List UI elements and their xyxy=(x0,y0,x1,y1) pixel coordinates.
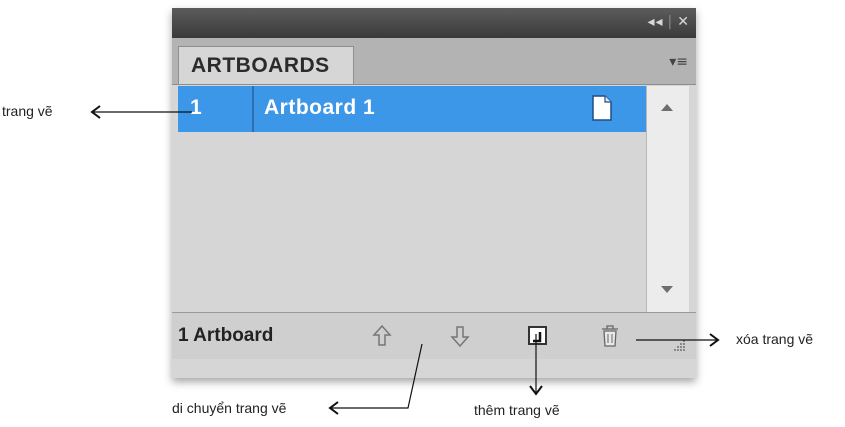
annotation-delete: xóa trang vẽ xyxy=(736,331,814,347)
annotation-arrows xyxy=(90,105,720,415)
annotation-new: thêm trang vẽ xyxy=(474,402,560,418)
annotation-move: di chuyển trang vẽ xyxy=(172,400,287,416)
annotation-artboard: trang vẽ xyxy=(2,103,53,119)
